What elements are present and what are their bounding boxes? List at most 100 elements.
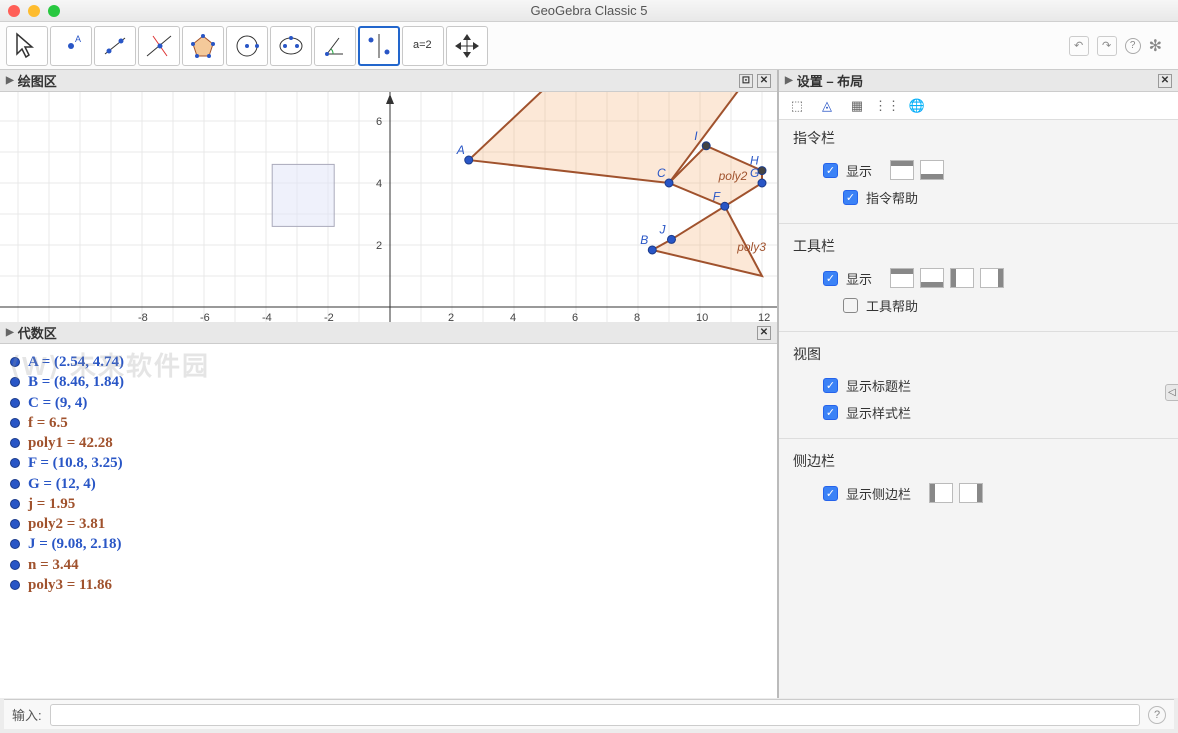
close-panel-icon[interactable]: ✕ bbox=[757, 326, 771, 340]
svg-text:2: 2 bbox=[448, 312, 454, 322]
algebra-item[interactable]: poly2 = 3.81 bbox=[10, 514, 767, 534]
tool-perpendicular[interactable] bbox=[138, 26, 180, 66]
tool-move[interactable] bbox=[6, 26, 48, 66]
advanced-icon[interactable]: ⋮⋮ bbox=[877, 96, 897, 116]
algebra-item[interactable]: poly1 = 42.28 bbox=[10, 433, 767, 453]
preferences-icon[interactable]: ✻ bbox=[1149, 36, 1162, 56]
algebra-item[interactable]: poly3 = 11.86 bbox=[10, 575, 767, 595]
show-sidebar-checkbox[interactable]: ✓ bbox=[823, 486, 838, 501]
visibility-dot-icon[interactable] bbox=[10, 458, 20, 468]
tool-circle[interactable] bbox=[226, 26, 268, 66]
section-view: 视图 bbox=[793, 344, 1164, 364]
visibility-dot-icon[interactable] bbox=[10, 580, 20, 590]
undo-button[interactable]: ↶ bbox=[1069, 36, 1089, 56]
svg-text:J: J bbox=[658, 222, 666, 236]
close-panel-icon[interactable]: ✕ bbox=[757, 74, 771, 88]
settings-header[interactable]: ▶ 设置 – 布局 ✕ bbox=[779, 70, 1178, 92]
algebra-item[interactable]: f = 6.5 bbox=[10, 413, 767, 433]
command-input[interactable] bbox=[50, 704, 1140, 726]
algebra-item[interactable]: J = (9.08, 2.18) bbox=[10, 534, 767, 554]
algebra-item[interactable]: C = (9, 4) bbox=[10, 393, 767, 413]
tool-move-view[interactable] bbox=[446, 26, 488, 66]
redo-button[interactable]: ↷ bbox=[1097, 36, 1117, 56]
sidebar-label: 显示侧边栏 bbox=[846, 484, 911, 503]
titlebar-label: 显示标题栏 bbox=[846, 376, 911, 395]
detach-icon[interactable]: ⊡ bbox=[739, 74, 753, 88]
show-stylebar-checkbox[interactable]: ✓ bbox=[823, 405, 838, 420]
tool-ellipse[interactable] bbox=[270, 26, 312, 66]
settings-title: 设置 – 布局 bbox=[797, 71, 863, 90]
pos-south-button[interactable] bbox=[920, 268, 944, 288]
graphics-panel-header[interactable]: ▶ 绘图区 ⊡ ✕ bbox=[0, 70, 777, 92]
show-titlebar-checkbox[interactable]: ✓ bbox=[823, 378, 838, 393]
pos-bottom-button[interactable] bbox=[920, 160, 944, 180]
tool-line[interactable] bbox=[94, 26, 136, 66]
pos-west-button[interactable] bbox=[950, 268, 974, 288]
svg-text:a=2: a=2 bbox=[413, 39, 432, 51]
toolbar-help-checkbox[interactable] bbox=[843, 298, 858, 313]
section-sidebar: 侧边栏 bbox=[793, 451, 1164, 471]
window-title: GeoGebra Classic 5 bbox=[530, 3, 647, 18]
prefs-icon[interactable]: ◬ bbox=[817, 96, 837, 116]
algebra-view[interactable]: ⟨W⟩ 未来软件园 A = (2.54, 4.74)B = (8.46, 1.8… bbox=[0, 344, 777, 698]
settings-stylebar: ⬚ ◬ ▦ ⋮⋮ 🌐 bbox=[779, 92, 1178, 120]
close-window-icon[interactable] bbox=[8, 5, 20, 17]
pos-top-button[interactable] bbox=[890, 160, 914, 180]
toolbar-right: ↶ ↷ ? ✻ bbox=[1069, 36, 1172, 56]
visibility-dot-icon[interactable] bbox=[10, 479, 20, 489]
algebra-text: poly1 = 42.28 bbox=[28, 433, 113, 453]
algebra-text: poly3 = 11.86 bbox=[28, 575, 112, 595]
pos-north-button[interactable] bbox=[890, 268, 914, 288]
visibility-dot-icon[interactable] bbox=[10, 357, 20, 367]
svg-text:6: 6 bbox=[376, 116, 382, 128]
toolbar: A a=2 ↶ ↷ ? ✻ bbox=[0, 22, 1178, 70]
sidebar-collapse-tab[interactable]: ◁ bbox=[1165, 384, 1178, 401]
algebra-panel-header[interactable]: ▶ 代数区 ✕ bbox=[0, 322, 777, 344]
algebra-text: F = (10.8, 3.25) bbox=[28, 453, 123, 473]
visibility-dot-icon[interactable] bbox=[10, 398, 20, 408]
collapse-icon: ▶ bbox=[6, 75, 14, 86]
zoom-window-icon[interactable] bbox=[48, 5, 60, 17]
globe-icon[interactable]: 🌐 bbox=[907, 96, 927, 116]
toolbar-help-label: 工具帮助 bbox=[866, 296, 918, 315]
collapse-icon: ▶ bbox=[6, 327, 14, 338]
input-help-checkbox[interactable]: ✓ bbox=[843, 190, 858, 205]
show-inputbar-checkbox[interactable]: ✓ bbox=[823, 163, 838, 178]
visibility-dot-icon[interactable] bbox=[10, 519, 20, 529]
input-help-label: 指令帮助 bbox=[866, 188, 918, 207]
tool-reflect[interactable] bbox=[358, 26, 400, 66]
sidebar-west-button[interactable] bbox=[929, 483, 953, 503]
svg-text:4: 4 bbox=[376, 178, 382, 190]
svg-text:A: A bbox=[75, 34, 81, 44]
visibility-dot-icon[interactable] bbox=[10, 418, 20, 428]
tool-polygon[interactable] bbox=[182, 26, 224, 66]
algebra-item[interactable]: A = (2.54, 4.74) bbox=[10, 352, 767, 372]
svg-text:-6: -6 bbox=[200, 312, 210, 322]
visibility-dot-icon[interactable] bbox=[10, 438, 20, 448]
tool-angle[interactable] bbox=[314, 26, 356, 66]
algebra-item[interactable]: G = (12, 4) bbox=[10, 474, 767, 494]
show-toolbar-checkbox[interactable]: ✓ bbox=[823, 271, 838, 286]
svg-text:-2: -2 bbox=[324, 312, 334, 322]
svg-text:H: H bbox=[750, 154, 759, 168]
defaults-icon[interactable]: ⬚ bbox=[787, 96, 807, 116]
sidebar-east-button[interactable] bbox=[959, 483, 983, 503]
help-icon[interactable]: ? bbox=[1125, 38, 1141, 54]
visibility-dot-icon[interactable] bbox=[10, 539, 20, 549]
visibility-dot-icon[interactable] bbox=[10, 499, 20, 509]
algebra-item[interactable]: F = (10.8, 3.25) bbox=[10, 453, 767, 473]
algebra-item[interactable]: B = (8.46, 1.84) bbox=[10, 372, 767, 392]
visibility-dot-icon[interactable] bbox=[10, 377, 20, 387]
pos-east-button[interactable] bbox=[980, 268, 1004, 288]
tool-point[interactable]: A bbox=[50, 26, 92, 66]
algebra-item[interactable]: n = 3.44 bbox=[10, 555, 767, 575]
input-help-icon[interactable]: ? bbox=[1148, 706, 1166, 724]
svg-text:F: F bbox=[713, 189, 721, 203]
tool-slider[interactable]: a=2 bbox=[402, 26, 444, 66]
algebra-item[interactable]: j = 1.95 bbox=[10, 494, 767, 514]
close-panel-icon[interactable]: ✕ bbox=[1158, 74, 1172, 88]
graphics-view[interactable]: -8-6-4-224681012246poly1poly2poly3ABCFGH… bbox=[0, 92, 777, 322]
layout-icon[interactable]: ▦ bbox=[847, 96, 867, 116]
visibility-dot-icon[interactable] bbox=[10, 560, 20, 570]
minimize-window-icon[interactable] bbox=[28, 5, 40, 17]
